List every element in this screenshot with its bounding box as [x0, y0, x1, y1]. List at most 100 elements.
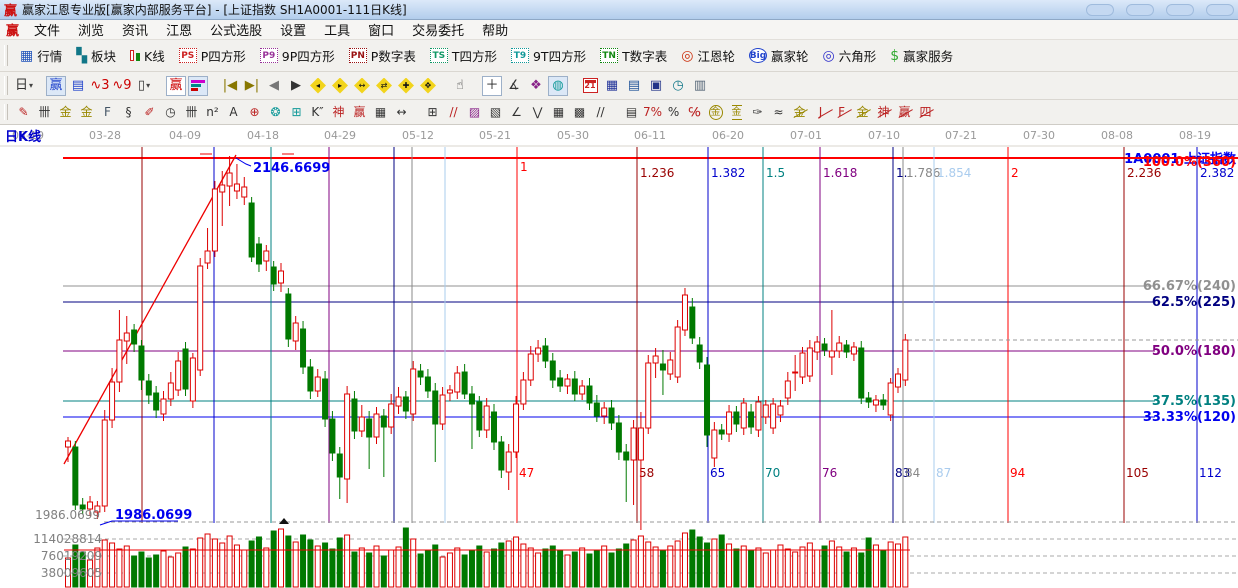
tool-grid-coarse[interactable]: ▩ — [570, 103, 589, 121]
tool-zoom-in-all[interactable]: ✚ — [396, 76, 416, 96]
tool-fan-box-2[interactable]: ▧ — [486, 103, 505, 121]
tool-price-grid[interactable]: 卌 — [35, 103, 54, 121]
tool-box-tool[interactable]: ⊞ — [423, 103, 442, 121]
menu-item-浏览[interactable]: 浏览 — [69, 19, 113, 40]
tool-notes[interactable]: ▤ — [624, 76, 644, 96]
tool-flower-tool[interactable]: ❖ — [526, 76, 546, 96]
tool-save[interactable]: ▣ — [646, 76, 666, 96]
menu-item-文件[interactable]: 文件 — [25, 19, 69, 40]
tool-f-angle[interactable]: F — [832, 103, 851, 121]
tool-angle-measure[interactable]: ∡ — [504, 76, 524, 96]
tool-percent[interactable]: % — [664, 103, 683, 121]
tool-angle-ruler[interactable]: A — [224, 103, 243, 121]
tool-prev-bar[interactable]: ◀ — [264, 76, 284, 96]
tool-f10-info[interactable]: ▤ — [68, 76, 88, 96]
tool-angle-lines[interactable]: ∠ — [507, 103, 526, 121]
tool-wave-box[interactable]: ≈ — [769, 103, 788, 121]
tool-zoom-out-all[interactable]: ✥ — [418, 76, 438, 96]
tool-zoom-left[interactable]: ◂ — [308, 76, 328, 96]
tool-winner-service[interactable]: $赢家服务 — [883, 44, 960, 67]
tool-ying-tool[interactable]: 赢 — [350, 103, 369, 121]
tool-window-layout[interactable]: 日 — [14, 76, 34, 96]
tool-world-time[interactable]: ◷ — [668, 76, 688, 96]
tool-time-grid[interactable]: 卌 — [182, 103, 201, 121]
tool-span-arrows[interactable]: ↔ — [392, 103, 411, 121]
tool-wave-v[interactable]: ⋁ — [528, 103, 547, 121]
tool-n-square[interactable]: n² — [203, 103, 222, 121]
tool-gann-knife[interactable]: ✐ — [140, 103, 159, 121]
tool-quotes[interactable]: ▦行情 — [13, 44, 69, 67]
tool-winner-mark[interactable]: 赢 — [166, 76, 186, 96]
tool-gold-grid-1[interactable]: 金 — [56, 103, 75, 121]
tool-ying-angle[interactable]: 赢 — [895, 103, 914, 121]
tool-percent-7[interactable]: 7% — [643, 103, 662, 121]
menu-item-江恩[interactable]: 江恩 — [157, 19, 201, 40]
tool-zoom-h[interactable]: ↔ — [352, 76, 372, 96]
tool-volume-pane[interactable] — [188, 76, 208, 96]
tool-gold-angle-2[interactable]: 金 — [853, 103, 872, 121]
menu-item-资讯[interactable]: 资讯 — [113, 19, 157, 40]
tool-p-square[interactable]: PSP四方形 — [172, 44, 253, 67]
tool-k-prime[interactable]: K″ — [308, 103, 327, 121]
tool-gold-grid-2[interactable]: 金 — [77, 103, 96, 121]
tool-zoom-swap[interactable]: ⇄ — [374, 76, 394, 96]
tool-candle-style[interactable]: ▯ — [134, 76, 154, 96]
tool-p-number-table[interactable]: PNP数字表 — [342, 44, 423, 67]
chart-area[interactable]: 03-1903-2804-0904-1804-2905-1205-2105-30… — [0, 125, 1238, 588]
window-menu-button[interactable] — [1086, 4, 1114, 16]
tool-shen-tool[interactable]: 神 — [329, 103, 348, 121]
kline-chart[interactable]: 03-1903-2804-0904-1804-2905-1205-2105-30… — [0, 125, 1238, 588]
tool-parallel-lines[interactable]: // — [591, 103, 610, 121]
tool-spiral[interactable]: § — [119, 103, 138, 121]
tool-crosshair[interactable]: ＋ — [482, 76, 502, 96]
toolbar-grip[interactable] — [4, 76, 8, 95]
tool-gold-angle[interactable]: 金 — [790, 103, 809, 121]
maximize-button[interactable] — [1166, 4, 1194, 16]
menu-item-设置[interactable]: 设置 — [271, 19, 315, 40]
tool-grid-123[interactable]: ▦ — [371, 103, 390, 121]
tool-sectors[interactable]: ▚板块 — [69, 44, 123, 67]
tool-winner-wheel[interactable]: Big赢家轮 — [742, 44, 816, 67]
tool-last-page[interactable]: ▶| — [242, 76, 262, 96]
tool-j-angle[interactable]: J — [811, 103, 830, 121]
tool-9t-square[interactable]: T99T四方形 — [504, 44, 593, 67]
tool-gann-wheel[interactable]: ◎江恩轮 — [674, 44, 742, 67]
menu-item-窗口[interactable]: 窗口 — [359, 19, 403, 40]
tool-zoom-right[interactable]: ▸ — [330, 76, 350, 96]
tool-print[interactable]: ▥ — [690, 76, 710, 96]
tool-si-angle[interactable]: 四 — [916, 103, 935, 121]
tool-circle-cross[interactable]: ⊕ — [245, 103, 264, 121]
tool-next-bar[interactable]: ▶ — [286, 76, 306, 96]
tool-gann-fan[interactable]: // — [444, 103, 463, 121]
tool-calendar[interactable]: 21 — [580, 76, 600, 96]
tool-boxed-web[interactable]: ⊞ — [287, 103, 306, 121]
tool-wave-9[interactable]: ∿9 — [112, 76, 132, 96]
tool-hexagon[interactable]: ◎六角形 — [815, 44, 883, 67]
tool-first-page[interactable]: |◀ — [220, 76, 240, 96]
menu-item-帮助[interactable]: 帮助 — [473, 19, 517, 40]
title-bar[interactable]: 赢 赢家江恩专业版[赢家内部服务平台] - [上证指数 SH1A0001-111… — [0, 0, 1238, 20]
close-button[interactable] — [1206, 4, 1234, 16]
tool-t-square[interactable]: TST四方形 — [423, 44, 504, 67]
tool-fan-box-1[interactable]: ▨ — [465, 103, 484, 121]
tool-kline[interactable]: K线 — [123, 44, 172, 67]
menu-item-公式选股[interactable]: 公式选股 — [201, 19, 271, 40]
tool-brush[interactable]: ✑ — [748, 103, 767, 121]
tool-t-number-table[interactable]: TNT数字表 — [593, 44, 674, 67]
tool-percent-lines[interactable]: ℅ — [685, 103, 704, 121]
tool-gold-lines[interactable]: 金 — [727, 103, 746, 121]
tool-web-tool[interactable]: ◍ — [548, 76, 568, 96]
tool-gann-pen[interactable]: ✎ — [14, 103, 33, 121]
menu-item-交易委托[interactable]: 交易委托 — [403, 19, 473, 40]
toolbar-grip[interactable] — [4, 104, 8, 121]
tool-stat-panel[interactable]: ▤ — [622, 103, 641, 121]
toolbar-grip[interactable] — [4, 45, 8, 67]
tool-9p-square[interactable]: P99P四方形 — [253, 44, 342, 67]
tool-shen-angle[interactable]: 神 — [874, 103, 893, 121]
menu-item-工具[interactable]: 工具 — [315, 19, 359, 40]
tool-grid-fine[interactable]: ▦ — [549, 103, 568, 121]
tool-wave-3[interactable]: ∿3 — [90, 76, 110, 96]
tool-calculator[interactable]: ▦ — [602, 76, 622, 96]
tool-time-clock[interactable]: ◷ — [161, 103, 180, 121]
minimize-button[interactable] — [1126, 4, 1154, 16]
